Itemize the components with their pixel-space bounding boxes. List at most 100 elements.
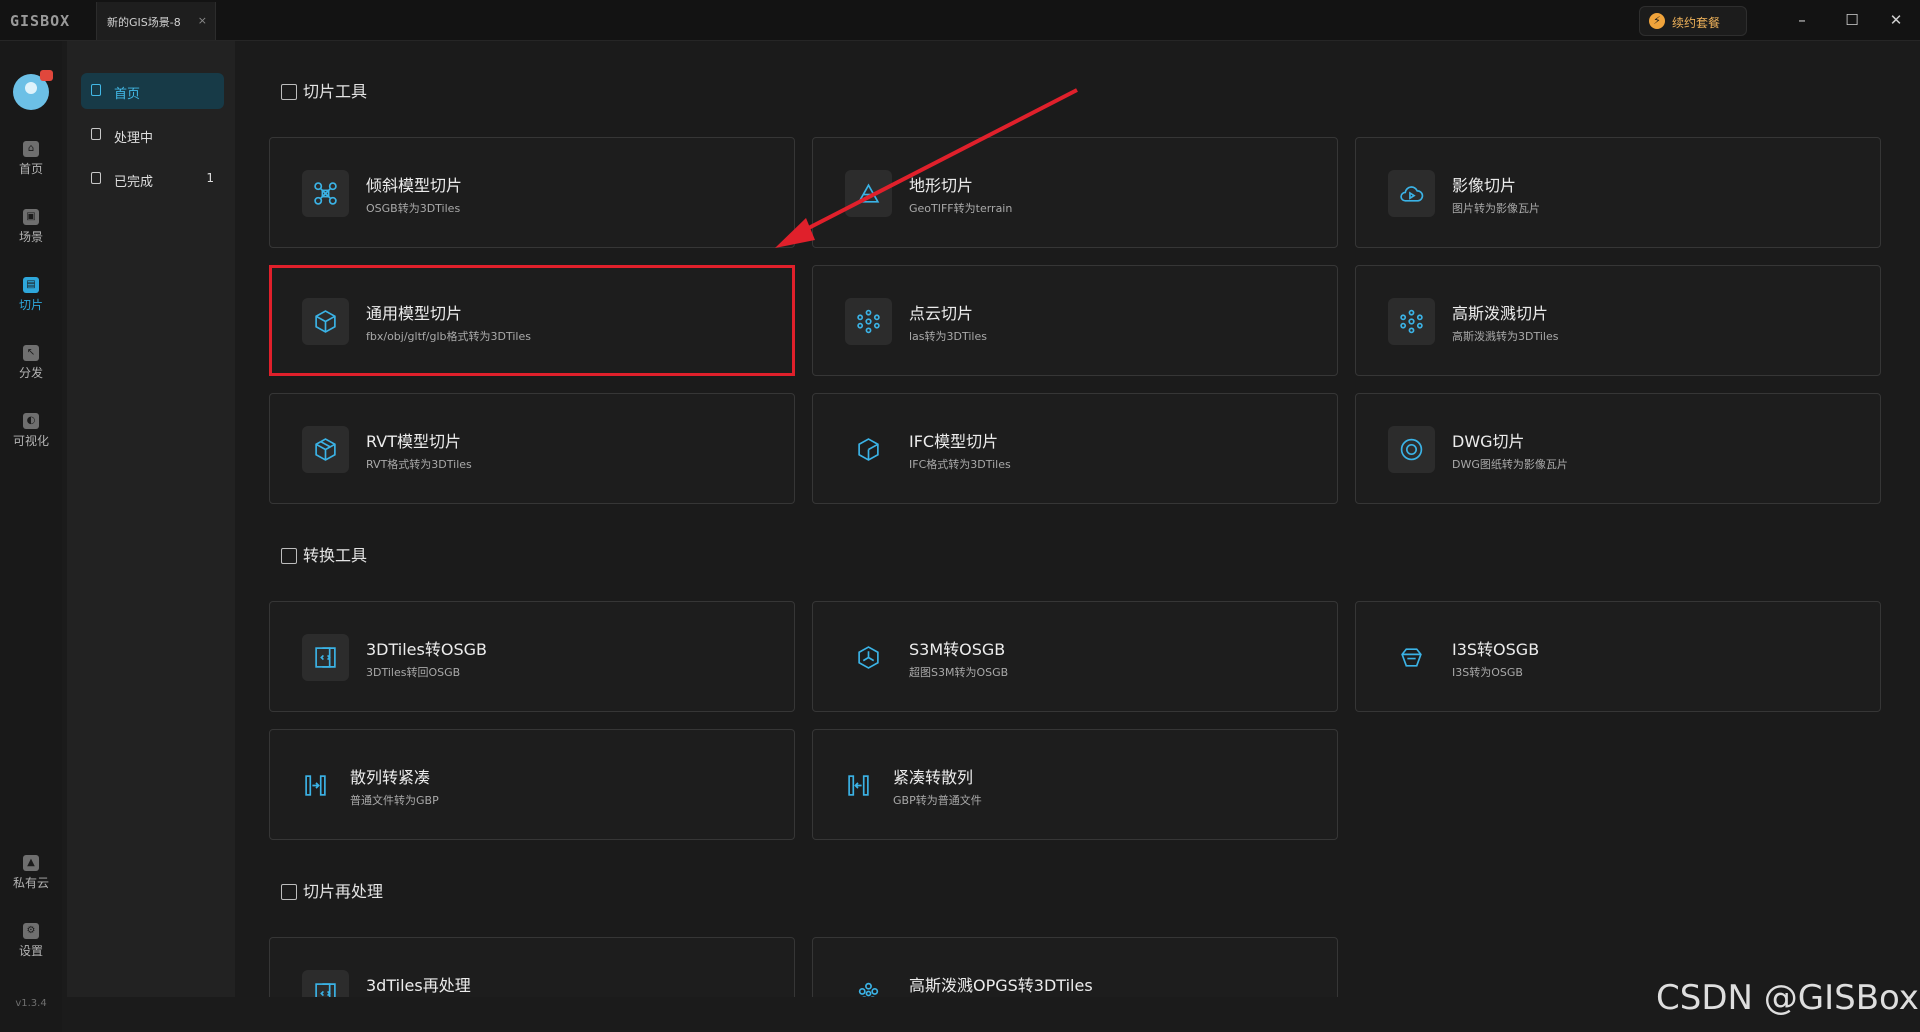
cloud-play-icon [1388, 170, 1435, 217]
ifc-cube-icon [845, 426, 892, 473]
card-compact-to-scatter[interactable]: 紧凑转散列 GBP转为普通文件 [812, 729, 1338, 840]
card-gaussian-opgs-to-3dtiles[interactable]: 高斯泼溅OPGS转3DTiles [812, 937, 1338, 997]
card-title: DWG切片 [1452, 432, 1525, 451]
swap-doc-icon [302, 634, 349, 681]
merge-arrows-icon [835, 762, 882, 809]
renew-plan-label: 续约套餐 [1672, 16, 1721, 30]
section-title-label: 切片再处理 [303, 882, 384, 901]
rail-item-private-cloud[interactable]: ▲ 私有云 [0, 855, 62, 907]
minimize-button[interactable]: – [1782, 6, 1822, 34]
maximize-button[interactable]: ☐ [1832, 6, 1872, 34]
hex-node-icon [845, 634, 892, 681]
rail-item-distribute[interactable]: ↖ 分发 [0, 345, 62, 397]
split-arrows-icon [292, 762, 339, 809]
card-description: las转为3DTiles [909, 330, 987, 343]
rail-item-scene[interactable]: ▣ 场景 [0, 209, 62, 261]
document-icon [91, 84, 101, 96]
card-title: 影像切片 [1452, 176, 1517, 195]
card-dwg-slice[interactable]: DWG切片 DWG图纸转为影像瓦片 [1355, 393, 1881, 504]
submenu-item-label: 处理中 [114, 131, 154, 146]
rail-item-label: 切片 [18, 298, 43, 312]
hexagon-icon [281, 884, 297, 900]
sub-menu: 首页 处理中 已完成 1 [67, 41, 235, 997]
card-ifc-slice[interactable]: IFC模型切片 IFC格式转为3DTiles [812, 393, 1338, 504]
flower-icon [845, 970, 892, 997]
submenu-item-label: 已完成 [114, 175, 154, 190]
card-title: 紧凑转散列 [893, 768, 974, 787]
card-general-model-slice[interactable]: 通用模型切片 fbx/obj/gltf/glb格式转为3DTiles [269, 265, 795, 376]
notification-badge [40, 70, 53, 81]
card-title: RVT模型切片 [366, 432, 461, 451]
version-label: v1.3.4 [15, 998, 47, 1009]
card-rvt-slice[interactable]: RVT模型切片 RVT格式转为3DTiles [269, 393, 795, 504]
home-icon: ⌂ [23, 141, 39, 157]
avatar-face [25, 82, 37, 94]
box-icon [302, 298, 349, 345]
card-description: RVT格式转为3DTiles [366, 458, 472, 471]
card-s3m-to-osgb[interactable]: S3M转OSGB 超图S3M转为OSGB [812, 601, 1338, 712]
check-document-icon [91, 172, 101, 184]
card-title: 高斯泼溅OPGS转3DTiles [909, 976, 1093, 995]
rail-item-visualize[interactable]: ◐ 可视化 [0, 413, 62, 465]
card-imagery-slice[interactable]: 影像切片 图片转为影像瓦片 [1355, 137, 1881, 248]
section-slice-tools: 切片工具 [281, 78, 367, 102]
card-title: 高斯泼溅切片 [1452, 304, 1549, 323]
card-description: IFC格式转为3DTiles [909, 458, 1011, 471]
submenu-item-processing[interactable]: 处理中 [81, 117, 224, 153]
document-icon [91, 128, 101, 140]
submenu-item-label: 首页 [114, 87, 141, 102]
card-3dtiles-reprocess[interactable]: 3dTiles再处理 [269, 937, 795, 997]
terrain-icon [845, 170, 892, 217]
nav-rail: ⌂ 首页 ▣ 场景 ▤ 切片 ↖ 分发 ◐ 可视化 ▲ 私有云 ⚙ 设置 v1.… [0, 41, 62, 1032]
app-logo: GISBOX [10, 12, 71, 30]
card-scatter-to-compact[interactable]: 散列转紧凑 普通文件转为GBP [269, 729, 795, 840]
rvt-box-icon [302, 426, 349, 473]
document-tab[interactable]: 新的GIS场景-8 × [96, 2, 216, 40]
main-content: 切片工具 倾斜模型切片 OSGB转为3DTiles 地形切片 GeoTIFF转为… [237, 41, 1920, 997]
title-bar: GISBOX 新的GIS场景-8 × ⚡ 续约套餐 – ☐ ✕ [0, 0, 1920, 41]
card-title: S3M转OSGB [909, 640, 1006, 659]
submenu-item-home[interactable]: 首页 [81, 73, 224, 109]
card-oblique-slice[interactable]: 倾斜模型切片 OSGB转为3DTiles [269, 137, 795, 248]
card-title: I3S转OSGB [1452, 640, 1540, 659]
card-description: 3DTiles转回OSGB [366, 666, 461, 679]
lock-icon: ▲ [23, 855, 39, 871]
card-pointcloud-slice[interactable]: 点云切片 las转为3DTiles [812, 265, 1338, 376]
close-tab-icon[interactable]: × [198, 14, 207, 27]
lightning-icon: ⚡ [1649, 13, 1665, 29]
card-description: 高斯泼溅转为3DTiles [1452, 330, 1559, 343]
card-3dtiles-to-osgb[interactable]: 3DTiles转OSGB 3DTiles转回OSGB [269, 601, 795, 712]
section-title-label: 转换工具 [303, 546, 368, 565]
card-title: 通用模型切片 [366, 304, 463, 323]
avatar[interactable] [13, 70, 53, 110]
cube-icon: ▣ [23, 209, 39, 225]
point-cloud-icon [845, 298, 892, 345]
card-description: DWG图纸转为影像瓦片 [1452, 458, 1568, 471]
close-window-button[interactable]: ✕ [1876, 6, 1916, 34]
card-title: 点云切片 [909, 304, 974, 323]
swap-doc-icon [302, 970, 349, 997]
card-title: 地形切片 [909, 176, 974, 195]
rail-item-label: 分发 [18, 366, 43, 380]
card-description: fbx/obj/gltf/glb格式转为3DTiles [366, 330, 531, 343]
card-terrain-slice[interactable]: 地形切片 GeoTIFF转为terrain [812, 137, 1338, 248]
card-i3s-to-osgb[interactable]: I3S转OSGB I3S转为OSGB [1355, 601, 1881, 712]
rail-item-label: 私有云 [12, 876, 49, 890]
renew-plan-button[interactable]: ⚡ 续约套餐 [1639, 6, 1747, 36]
rail-item-label: 可视化 [12, 434, 49, 448]
rail-item-slice[interactable]: ▤ 切片 [0, 277, 62, 329]
card-description: 图片转为影像瓦片 [1452, 202, 1540, 215]
i3s-icon [1388, 634, 1435, 681]
card-gaussian-slice[interactable]: 高斯泼溅切片 高斯泼溅转为3DTiles [1355, 265, 1881, 376]
gear-icon: ⚙ [23, 923, 39, 939]
submenu-item-completed[interactable]: 已完成 1 [81, 161, 224, 197]
rail-item-home[interactable]: ⌂ 首页 [0, 141, 62, 193]
section-title-label: 切片工具 [303, 82, 368, 101]
card-description: 超图S3M转为OSGB [909, 666, 1009, 679]
map-icon [281, 84, 297, 100]
card-description: OSGB转为3DTiles [366, 202, 461, 215]
folder-swap-icon [281, 548, 297, 564]
visual-icon: ◐ [23, 413, 39, 429]
rail-item-settings[interactable]: ⚙ 设置 [0, 923, 62, 975]
rail-item-label: 首页 [18, 162, 43, 176]
